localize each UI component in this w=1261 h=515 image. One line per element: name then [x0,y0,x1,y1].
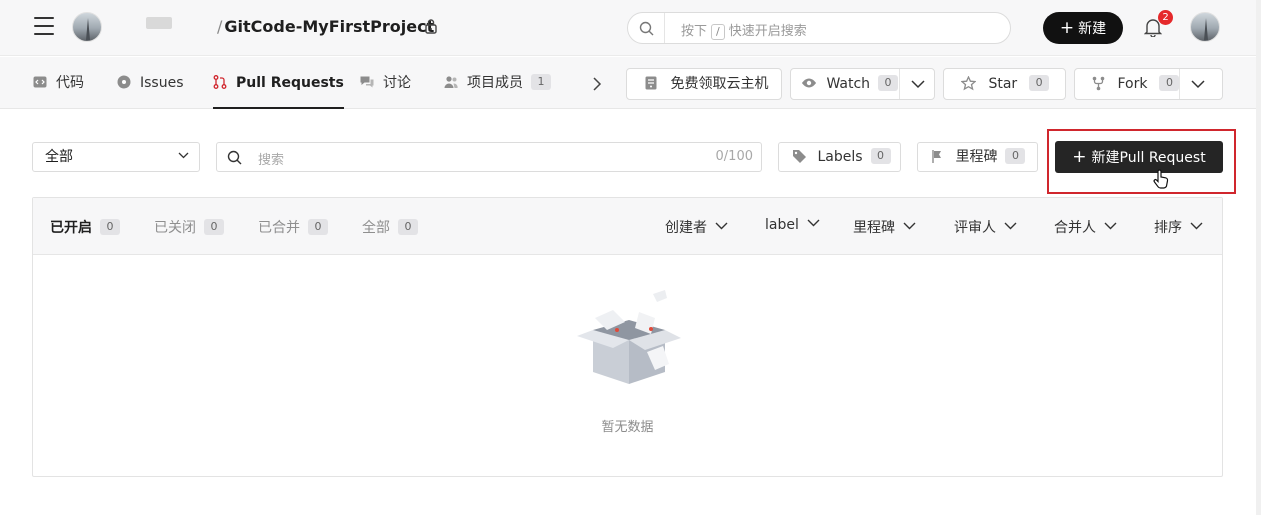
star-button[interactable]: Star 0 [943,68,1066,100]
tab-code[interactable]: 代码 [33,57,84,109]
tab-issues[interactable]: Issues [117,57,184,109]
global-search[interactable]: 按下 / 快速开启搜索 [627,12,1011,44]
pr-search-placeholder: 搜索 [258,153,285,168]
menu-icon[interactable] [34,17,54,37]
discussion-icon [360,76,374,88]
star-icon [961,75,976,90]
plus-icon: + [1072,147,1087,167]
watch-separator [899,69,900,99]
repo-name[interactable]: GitCode-MyFirstProject [224,17,434,36]
list-header: 已开启 0 已关闭 0 已合并 0 全部 0 创建者 label 里程碑 评审人 合并人… [33,198,1222,255]
scope-select[interactable]: 全部 [32,142,200,172]
server-icon [645,76,657,90]
merger-dropdown[interactable]: 合并人 [1054,217,1117,237]
tag-icon [793,150,806,163]
shortcut-key: / [711,24,725,40]
chevron-down-icon [903,222,916,230]
fork-count: 0 [1159,75,1180,91]
notification-badge: 2 [1158,10,1173,25]
watch-count: 0 [878,75,899,91]
plus-icon: + [1059,18,1075,38]
global-search-placeholder: 按下 / 快速开启搜索 [681,24,807,40]
tab-members[interactable]: 项目成员 1 [444,57,551,109]
chevron-down-icon[interactable] [1191,80,1205,89]
org-avatar[interactable] [72,12,102,42]
chevron-down-icon [1004,222,1017,230]
fork-button[interactable]: Fork 0 [1074,68,1223,100]
user-avatar[interactable] [1190,12,1220,42]
star-count: 0 [1029,75,1050,91]
watch-button[interactable]: Watch 0 [790,68,935,100]
chevron-down-icon[interactable] [911,80,925,89]
author-dropdown[interactable]: 创建者 [665,217,728,237]
fork-icon [1092,76,1105,90]
search-divider [664,13,665,43]
chevron-down-icon [1104,222,1117,230]
chevron-down-icon [178,152,189,159]
pull-request-icon [213,75,227,89]
sort-dropdown[interactable]: 排序 [1154,217,1203,237]
label-dropdown[interactable]: label [765,217,820,233]
search-icon [639,21,654,36]
empty-box-icon [577,290,681,384]
tab-pull-requests[interactable]: Pull Requests [213,57,344,109]
pull-request-list: 已开启 0 已关闭 0 已合并 0 全部 0 创建者 label 里程碑 评审人 合并人… [32,197,1223,477]
milestone-button[interactable]: 里程碑 0 [917,142,1038,172]
fork-separator [1179,69,1180,99]
new-button[interactable]: + 新建 [1043,12,1123,44]
milestone-dropdown[interactable]: 里程碑 [853,217,916,237]
chevron-down-icon [1190,222,1203,230]
code-icon [33,76,47,88]
search-icon [227,150,242,165]
reviewer-dropdown[interactable]: 评审人 [954,217,1017,237]
pr-search-input[interactable]: 搜索 0/100 [216,142,762,172]
milestone-flag-icon [932,149,941,163]
repo-nav: 代码 Issues Pull Requests 讨论 项目成员 1 免费领取云主机… [0,57,1261,109]
create-pull-request-button[interactable]: + 新建Pull Request [1055,141,1223,173]
milestone-count: 0 [1005,148,1026,164]
issue-icon [117,75,131,89]
chevron-down-icon [807,219,820,227]
empty-state-text: 暂无数据 [601,420,654,435]
pr-search-counter: 0/100 [715,149,753,164]
state-tab-closed[interactable]: 已关闭 0 [154,217,224,237]
top-bar: / GitCode-MyFirstProject 按下 / 快速开启搜索 + 新建 2 [0,0,1261,56]
tab-discussions[interactable]: 讨论 [360,57,411,109]
free-cloud-host-button[interactable]: 免费领取云主机 [626,68,782,100]
labels-count: 0 [870,148,891,164]
members-count: 1 [531,74,551,90]
labels-button[interactable]: Labels 0 [778,142,901,172]
page-scrollbar[interactable] [1256,0,1261,515]
state-tab-open[interactable]: 已开启 0 [50,217,120,237]
chevron-right-icon[interactable] [592,77,602,91]
repo-title[interactable]: / GitCode-MyFirstProject [217,17,434,36]
hand-cursor-icon [1153,169,1169,189]
members-icon [444,76,458,88]
state-tab-merged[interactable]: 已合并 0 [258,217,328,237]
state-tab-all[interactable]: 全部 0 [362,217,418,237]
eye-icon [802,78,816,88]
chevron-down-icon [715,222,728,230]
lock-icon [425,19,437,34]
namespace-placeholder [146,17,172,29]
